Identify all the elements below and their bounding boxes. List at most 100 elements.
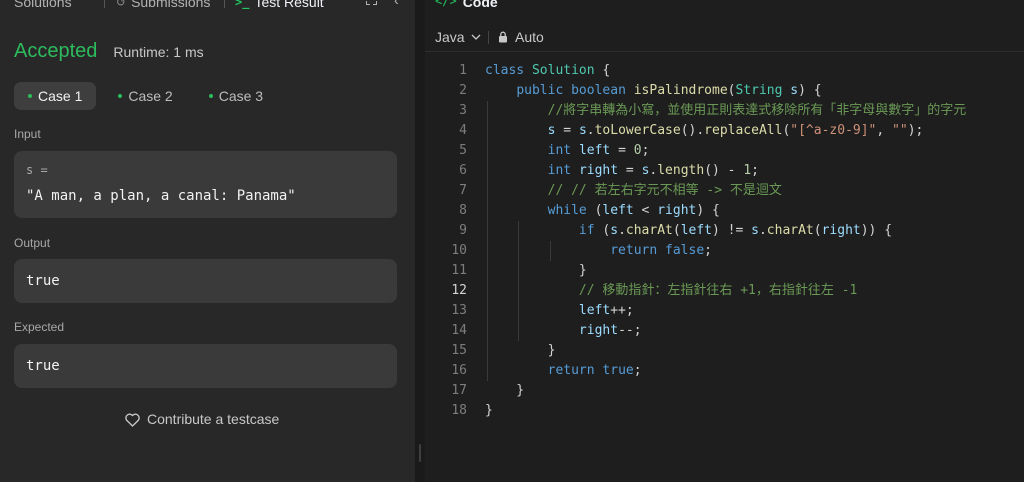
case-label: Case 2 (128, 88, 173, 104)
resize-grip[interactable] (419, 444, 421, 462)
code-line[interactable]: 14 right--; (425, 321, 1024, 341)
code-text: int right = s.length() - 1; (547, 163, 759, 178)
input-label: Input (14, 127, 41, 141)
line-number: 14 (451, 323, 467, 338)
output-value: true (26, 273, 60, 289)
code-text: } (485, 263, 587, 278)
output-label: Output (14, 236, 51, 250)
code-line[interactable]: 11 } (425, 261, 1024, 281)
code-text: return true; (547, 363, 642, 378)
code-line[interactable]: 13 left++; (425, 301, 1024, 321)
code-panel-title: Code (462, 0, 498, 10)
case-tab-3[interactable]: Case 3 (195, 82, 277, 110)
line-number: 18 (451, 403, 467, 418)
code-editor[interactable]: 1 class Solution { 2 public boolean isPali… (425, 61, 1024, 421)
runtime-text: Runtime: 1 ms (113, 44, 204, 60)
line-number: 16 (451, 363, 467, 378)
auto-mode-toggle[interactable]: Auto (498, 29, 544, 45)
expected-label: Expected (14, 320, 65, 334)
code-text: int left = 0; (547, 143, 650, 158)
line-number: 10 (451, 243, 467, 258)
input-var-name: s = (26, 163, 48, 177)
auto-mode-label: Auto (515, 28, 544, 45)
pass-dot-icon (118, 94, 123, 98)
fullscreen-icon[interactable] (366, 0, 377, 5)
code-line[interactable]: 12 // 移動指針：左指針往右 +1，右指針往左 -1 (425, 281, 1024, 301)
code-line[interactable]: 16 return true; (425, 361, 1024, 381)
code-text: // // 若左右字元不相等 -> 不是迴文 (547, 183, 782, 198)
code-text: class Solution { (485, 63, 611, 78)
tab-test-result[interactable]: >_ Test Result (235, 0, 324, 10)
contribute-label: Contribute a testcase (147, 411, 280, 427)
expected-box: true (14, 344, 397, 388)
code-line[interactable]: 8 while (left < right) { (425, 201, 1024, 221)
history-icon: ↺ (116, 0, 127, 9)
tab-solutions[interactable]: Solutions (14, 0, 72, 10)
chevron-left-icon[interactable]: ‹ (394, 0, 399, 8)
terminal-icon: >_ (235, 0, 250, 9)
expected-value: true (26, 358, 60, 374)
code-line[interactable]: 7 // // 若左右字元不相等 -> 不是迴文 (425, 181, 1024, 201)
line-number: 15 (451, 343, 467, 358)
code-icon: </> (435, 0, 457, 8)
code-text: } (485, 383, 525, 398)
code-text: } (485, 403, 493, 418)
pass-dot-icon (28, 94, 32, 98)
case-tab-2[interactable]: Case 2 (104, 82, 186, 110)
code-line[interactable]: 4 s = s.toLowerCase().replaceAll("[^a-z0… (425, 121, 1024, 141)
line-number: 13 (451, 303, 467, 318)
case-label: Case 3 (218, 88, 264, 104)
tab-submissions[interactable]: ↺ Submissions (116, 0, 210, 10)
code-text: // 移動指針：左指針往右 +1，右指針往左 -1 (578, 283, 858, 298)
line-number: 17 (451, 383, 467, 398)
test-result-tab-label: Test Result (254, 0, 324, 10)
lock-icon (499, 31, 507, 42)
line-number: 9 (459, 223, 467, 238)
code-line[interactable]: 6 int right = s.length() - 1; (425, 161, 1024, 181)
code-line[interactable]: 15 } (425, 341, 1024, 361)
solutions-tab-label: Solutions (14, 0, 72, 10)
code-panel: </> Code Java Auto 1 class Solution { 2 pu… (425, 0, 1024, 482)
line-number: 2 (459, 83, 467, 98)
line-number: 8 (459, 203, 467, 218)
code-text: public boolean isPalindrome(String s) { (516, 83, 822, 98)
chevron-down-icon (471, 34, 481, 40)
heart-icon (125, 413, 140, 427)
code-text: s = s.toLowerCase().replaceAll("[^a-z0-9… (547, 123, 924, 138)
line-number: 4 (459, 123, 467, 138)
code-text: return false; (610, 243, 712, 258)
line-number: 3 (459, 103, 467, 118)
code-line[interactable]: 3 //將字串轉為小寫，並使用正則表達式移除所有「非字母與數字」的字元 (425, 101, 1024, 121)
code-line[interactable]: 9 if (s.charAt(left) != s.charAt(right))… (425, 221, 1024, 241)
output-box: true (14, 259, 397, 303)
case-label: Case 1 (38, 88, 83, 104)
code-line[interactable]: 18} (425, 401, 1024, 421)
line-number: 7 (459, 183, 467, 198)
line-number: 11 (451, 263, 467, 278)
code-line[interactable]: 5 int left = 0; (425, 141, 1024, 161)
toolbar-separator (488, 31, 489, 44)
panel-resize-handle[interactable] (415, 0, 425, 482)
case-tabs: Case 1 Case 2 Case 3 (14, 82, 277, 110)
pass-dot-icon (208, 94, 213, 98)
accepted-status: Accepted (14, 40, 98, 62)
test-result-panel: Solutions ↺ Submissions >_ Test Result ‹… (0, 0, 415, 482)
code-line[interactable]: 17 } (425, 381, 1024, 401)
line-number: 1 (459, 63, 467, 78)
code-line[interactable]: 10 return false; (425, 241, 1024, 261)
line-number: 6 (459, 163, 467, 178)
panel-tab-bar: Solutions ↺ Submissions >_ Test Result ‹ (0, 0, 415, 12)
language-label: Java (435, 28, 465, 45)
tab-separator (224, 0, 225, 8)
line-number: 5 (459, 143, 467, 158)
result-status-row: Accepted Runtime: 1 ms (14, 40, 204, 63)
code-text: left++; (578, 303, 634, 318)
case-tab-1[interactable]: Case 1 (14, 82, 97, 110)
language-select[interactable]: Java (435, 29, 481, 45)
code-line[interactable]: 2 public boolean isPalindrome(String s) … (425, 81, 1024, 101)
code-line[interactable]: 1 class Solution { (425, 61, 1024, 81)
code-panel-header: </> Code (435, 0, 498, 10)
code-text: while (left < right) { (547, 203, 720, 218)
editor-toolbar: Java Auto (425, 22, 1024, 52)
contribute-testcase-button[interactable]: Contribute a testcase (124, 411, 279, 427)
